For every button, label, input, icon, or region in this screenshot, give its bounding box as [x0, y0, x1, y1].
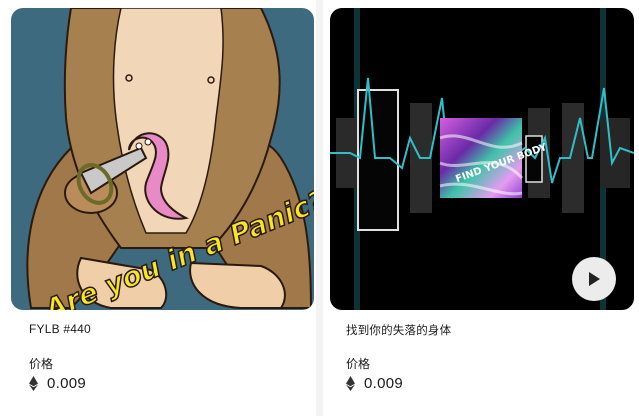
- price-label: 价格: [346, 357, 371, 371]
- price-row: 0.009: [29, 373, 86, 393]
- nft-title[interactable]: FYLB #440: [29, 322, 91, 336]
- nft-card-find-your-body[interactable]: FIND YOUR BODY 找到你的失落的身体 价格 0.009: [323, 0, 639, 416]
- nft-title[interactable]: 找到你的失落的身体: [346, 322, 451, 338]
- price-value: 0.009: [364, 374, 404, 392]
- nft-card-fylb-440[interactable]: Are you in a Panic? FYLB #440 价格 0.009: [0, 0, 316, 416]
- nft-video-thumbnail[interactable]: FIND YOUR BODY: [330, 8, 634, 310]
- play-icon: [589, 272, 600, 286]
- play-button[interactable]: [572, 257, 616, 301]
- nft-artwork-image[interactable]: Are you in a Panic?: [11, 8, 314, 310]
- ethereum-icon: [29, 375, 38, 391]
- price-value: 0.009: [47, 374, 87, 392]
- ethereum-icon: [346, 375, 355, 391]
- price-label: 价格: [29, 357, 54, 371]
- price-row: 0.009: [346, 373, 403, 393]
